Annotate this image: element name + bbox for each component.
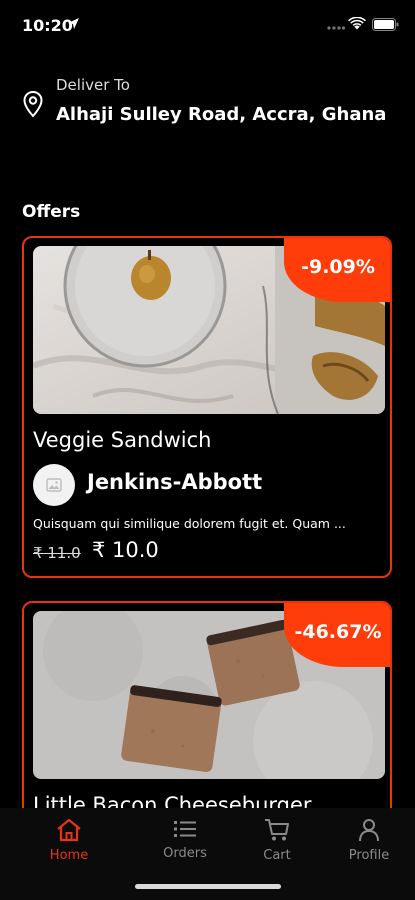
location-arrow-icon [68, 18, 79, 29]
nav-profile-label: Profile [348, 848, 390, 863]
offer-card[interactable]: -46.67% Little Bacon Cheeseburger [22, 601, 392, 821]
signal-dots-icon [327, 26, 345, 30]
deliver-to-section[interactable]: Deliver To Alhaji Sulley Road, Accra, Gh… [22, 76, 402, 132]
status-time: 10:20 [22, 16, 73, 35]
home-icon [57, 818, 81, 842]
status-bar: 10:20 [0, 0, 415, 48]
offers-heading: Offers [22, 202, 81, 222]
list-icon [174, 821, 196, 837]
item-name: Veggie Sandwich [33, 428, 212, 452]
cart-icon [265, 819, 289, 841]
nav-orders-label: Orders [163, 846, 207, 861]
nav-cart[interactable]: Cart [242, 818, 312, 863]
battery-icon [372, 18, 399, 31]
vendor-avatar [33, 464, 75, 506]
vendor-name: Jenkins-Abbott [87, 470, 263, 494]
nav-cart-label: Cart [263, 848, 291, 863]
image-placeholder-icon [46, 478, 62, 492]
nav-profile[interactable]: Profile [334, 818, 404, 863]
discount-label: -46.67% [294, 621, 382, 643]
nav-home[interactable]: Home [34, 818, 104, 863]
offer-card[interactable]: -9.09% Veggie Sandwich Jenkins-Abbott Qu… [22, 236, 392, 578]
wifi-icon [348, 17, 366, 30]
item-description: Quisquam qui similique dolorem fugit et.… [33, 516, 346, 531]
nav-home-label: Home [49, 848, 89, 863]
profile-icon [359, 819, 379, 842]
nav-orders[interactable]: Orders [150, 818, 220, 861]
location-pin-icon [23, 90, 43, 118]
home-indicator[interactable] [135, 884, 281, 889]
delivery-address: Alhaji Sulley Road, Accra, Ghana [56, 104, 387, 125]
discount-label: -9.09% [301, 256, 375, 278]
discounted-price: ₹ 10.0 [92, 538, 159, 562]
original-price: ₹ 11.0 [33, 544, 81, 562]
deliver-to-label: Deliver To [56, 76, 130, 94]
